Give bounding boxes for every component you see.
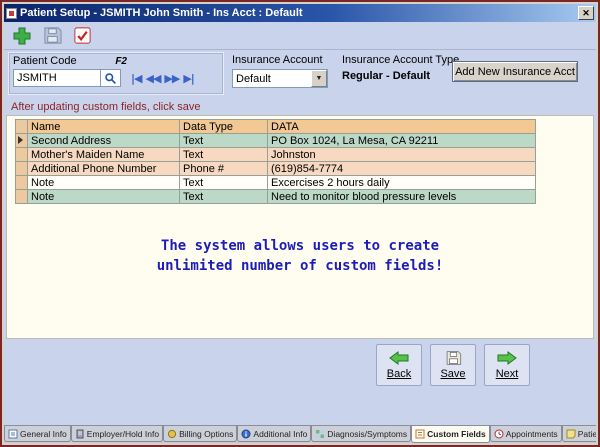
nav-first-button[interactable]: |◀ [131,72,141,85]
info-message-line1: The system allows users to create [7,236,593,256]
custom-fields-notice: After updating custom fields, click save [11,101,201,113]
table-row[interactable]: Note Text Excercises 2 hours daily [16,176,536,190]
tab-employer-hold-info[interactable]: Employer/Hold Info [71,426,163,442]
f2-shortcut-label: F2 [115,56,127,67]
plus-icon [12,26,32,46]
cell-name: Additional Phone Number [28,162,180,176]
info-message-line2: unlimited number of custom fields! [7,256,593,276]
arrow-right-icon [497,350,517,366]
red-check-icon [73,26,92,45]
save-button-label: Save [440,368,465,380]
insurance-account-group: Insurance Account Default ▼ [232,54,328,88]
cell-data: Excercises 2 hours daily [268,176,536,190]
insurance-type-value: Regular - Default [342,70,459,82]
insurance-account-label: Insurance Account [232,54,328,66]
save-button[interactable] [40,24,64,48]
window-title: Patient Setup - JSMITH John Smith - Ins … [20,7,575,19]
patient-code-group: Patient Code F2 |◀ ◀◀ ▶▶ ▶| [8,52,224,95]
patient-notes-icon [566,429,576,439]
cell-data: PO Box 1024, La Mesa, CA 92211 [268,134,536,148]
cell-type: Text [180,176,268,190]
back-button-label: Back [387,368,411,380]
tab-billing-options[interactable]: Billing Options [163,426,237,442]
table-row[interactable]: Note Text Need to monitor blood pressure… [16,190,536,204]
next-button[interactable]: Next [484,344,530,386]
cell-name: Note [28,176,180,190]
client-area: Patient Code F2 |◀ ◀◀ ▶▶ ▶| [4,22,596,443]
chevron-down-icon[interactable]: ▼ [311,70,327,87]
custom-fields-icon [415,429,425,439]
cell-name: Note [28,190,180,204]
tab-patient-notes[interactable]: Patient Notes [562,426,596,442]
diagnosis-icon [315,429,325,439]
controls-band: Patient Code F2 |◀ ◀◀ ▶▶ ▶| [4,51,596,97]
tab-diagnosis-symptoms[interactable]: Diagnosis/Symptoms [311,426,411,442]
cell-type: Text [180,148,268,162]
back-button[interactable]: Back [376,344,422,386]
insurance-type-label: Insurance Account Type [342,54,459,66]
table-row[interactable]: Mother's Maiden Name Text Johnston [16,148,536,162]
table-row[interactable]: Second Address Text PO Box 1024, La Mesa… [16,134,536,148]
row-marker-icon [18,136,23,144]
insurance-type-group: Insurance Account Type Regular - Default [342,54,459,82]
cell-data: Johnston [268,148,536,162]
tab-additional-info[interactable]: Additional Info [237,426,311,442]
general-info-icon [8,429,18,439]
disk-icon [43,26,62,45]
patient-search-button[interactable] [101,69,121,87]
cell-data: Need to monitor blood pressure levels [268,190,536,204]
new-button[interactable] [10,24,34,48]
column-header-data[interactable]: DATA [268,120,536,134]
nav-last-button[interactable]: ▶| [183,72,193,85]
cell-type: Text [180,134,268,148]
patient-code-input[interactable] [13,69,101,87]
column-header-name[interactable]: Name [28,120,180,134]
record-navigator: |◀ ◀◀ ▶▶ ▶| [131,72,194,85]
grid-header-row: Name Data Type DATA [16,120,536,134]
disk-icon [445,350,462,366]
app-icon [6,8,17,19]
info-message: The system allows users to create unlimi… [7,236,593,276]
next-button-label: Next [496,368,519,380]
column-header-datatype[interactable]: Data Type [180,120,268,134]
tab-custom-fields[interactable]: Custom Fields [411,426,490,443]
appointments-icon [494,429,504,439]
patient-code-label: Patient Code [13,55,77,67]
add-insurance-button[interactable]: Add New Insurance Acct [452,61,578,82]
cell-name: Mother's Maiden Name [28,148,180,162]
insurance-account-select[interactable]: Default ▼ [232,69,328,88]
table-row[interactable]: Additional Phone Number Phone # (619)854… [16,162,536,176]
patient-setup-window: Patient Setup - JSMITH John Smith - Ins … [0,0,600,447]
toolbar [4,22,596,50]
verify-button[interactable] [70,24,94,48]
close-button[interactable]: ✕ [578,6,594,20]
nav-prev-button[interactable]: ◀◀ [145,72,160,85]
insurance-account-value: Default [233,73,311,85]
nav-next-button[interactable]: ▶▶ [164,72,179,85]
cell-data: (619)854-7774 [268,162,536,176]
custom-fields-grid: Name Data Type DATA Second Address Text … [15,119,536,204]
cell-type: Phone # [180,162,268,176]
cell-name: Second Address [28,134,180,148]
additional-info-icon [241,429,251,439]
action-buttons: Back Save Next [376,344,530,386]
save-action-button[interactable]: Save [430,344,476,386]
billing-icon [167,429,177,439]
window-frame: Patient Setup - JSMITH John Smith - Ins … [2,2,598,445]
row-selector-header [16,120,28,134]
cell-type: Text [180,190,268,204]
titlebar: Patient Setup - JSMITH John Smith - Ins … [4,4,596,22]
tab-appointments[interactable]: Appointments [490,426,562,442]
search-icon [104,72,117,85]
tab-bar: General Info Employer/Hold Info Billing … [4,425,596,443]
employer-icon [75,429,85,439]
tab-general-info[interactable]: General Info [4,426,71,442]
custom-fields-panel: Name Data Type DATA Second Address Text … [6,115,594,339]
arrow-left-icon [389,350,409,366]
